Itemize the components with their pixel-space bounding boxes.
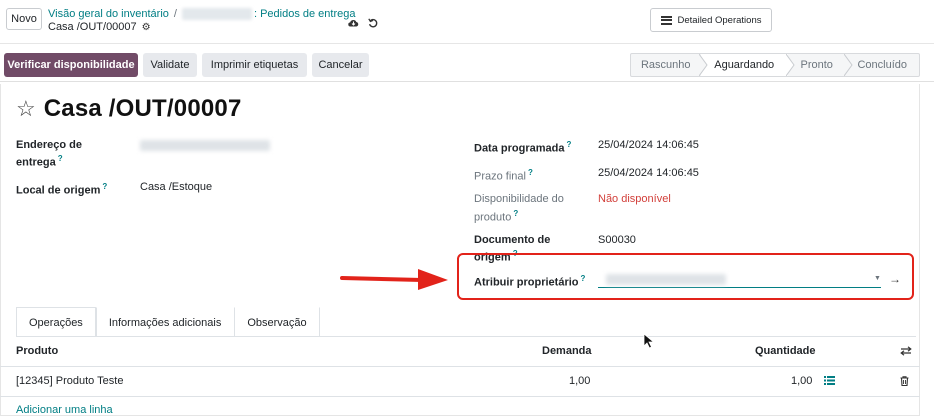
help-icon[interactable]: ? (528, 168, 533, 177)
availability-value: Não disponível (598, 193, 671, 205)
breadcrumb-delivery-orders[interactable]: : Pedidos de entrega (254, 8, 356, 20)
help-icon[interactable]: ? (102, 182, 107, 191)
breadcrumb-current: Casa /OUT/00007 ⚙ (48, 20, 151, 34)
annotation-highlight-box (457, 253, 914, 300)
check-availability-button[interactable]: Verificar disponibilidade (4, 53, 138, 77)
breadcrumb-redacted (181, 8, 252, 20)
detailed-list-icon[interactable] (824, 376, 835, 388)
scheduled-date-label-text: Data programada (474, 142, 565, 155)
availability-label: Disponibilidade do (474, 192, 564, 206)
record-title-row: ☆ Casa /OUT/00007 (16, 96, 242, 122)
breadcrumb-record-name: Casa /OUT/00007 (48, 21, 137, 33)
breadcrumb-separator: / (173, 8, 177, 20)
deadline-label: Prazo final? (474, 166, 533, 184)
column-header-quantity[interactable]: Quantidade (755, 345, 816, 357)
stage-waiting[interactable]: Aguardando (698, 54, 795, 76)
stage-done-label: Concluído (857, 59, 908, 71)
tab-operations[interactable]: Operações (16, 307, 96, 337)
cancel-button[interactable]: Cancelar (312, 53, 369, 77)
gear-icon[interactable]: ⚙ (142, 22, 151, 33)
discard-changes-icon[interactable] (368, 18, 378, 31)
source-location-label-text: Local de origem (16, 184, 101, 197)
column-header-product[interactable]: Produto (16, 345, 58, 357)
table-header-divider (0, 366, 920, 367)
availability-label-line1: Disponibilidade do (474, 193, 564, 205)
detailed-operations-button[interactable]: Detailed Operations (650, 8, 772, 32)
help-icon[interactable]: ? (58, 154, 63, 163)
cloud-save-icon[interactable] (348, 18, 359, 31)
column-header-demand[interactable]: Demanda (542, 345, 592, 357)
help-icon[interactable]: ? (513, 209, 518, 218)
delivery-address-label: Endereço de (16, 138, 82, 152)
breadcrumb: Visão geral do inventário / : Pedidos de… (48, 7, 355, 21)
deadline-value: 25/04/2024 14:06:45 (598, 167, 699, 179)
star-icon[interactable]: ☆ (16, 96, 36, 122)
delivery-address-redacted[interactable] (140, 140, 270, 151)
origin-document-label: Documento de (474, 233, 550, 247)
availability-label-2: produto? (474, 207, 518, 225)
stage-draft[interactable]: Rascunho (631, 54, 701, 76)
page-title: Casa /OUT/00007 (43, 95, 242, 122)
scheduled-date-value[interactable]: 25/04/2024 14:06:45 (598, 138, 699, 152)
new-button[interactable]: Novo (6, 8, 42, 30)
status-bar: Verificar disponibilidade Validate Impri… (0, 48, 934, 82)
annotation-arrow-icon (340, 269, 448, 290)
stage-waiting-label: Aguardando (714, 59, 775, 71)
cell-demand[interactable]: 1,00 (569, 375, 590, 387)
source-location-value[interactable]: Casa /Estoque (140, 180, 212, 194)
cell-quantity[interactable]: 1,00 (791, 375, 812, 387)
delivery-address-label-line2: entrega (16, 156, 56, 169)
delivery-address-label-line1: Endereço de (16, 139, 83, 151)
breadcrumb-inventory-overview[interactable]: Visão geral do inventário (48, 8, 169, 20)
table-row-divider (0, 396, 920, 397)
optional-columns-icon[interactable] (900, 346, 912, 359)
origin-document-label-line1: Documento de (474, 234, 551, 246)
tab-note[interactable]: Observação (234, 307, 320, 337)
origin-document-value[interactable]: S00030 (598, 233, 636, 247)
tabs-divider (16, 336, 916, 337)
source-location-label: Local de origem? (16, 180, 107, 198)
validate-button[interactable]: Validate (143, 53, 197, 77)
detailed-operations-label: Detailed Operations (677, 14, 762, 26)
stage-pipeline: Rascunho Aguardando Pronto Concluído (630, 53, 920, 77)
cell-product[interactable]: [12345] Produto Teste (16, 375, 123, 387)
deadline-label-text: Prazo final (474, 170, 526, 183)
record-actions (348, 18, 378, 31)
scheduled-date-label: Data programada? (474, 138, 571, 156)
print-labels-button[interactable]: Imprimir etiquetas (202, 53, 307, 77)
add-line-link[interactable]: Adicionar uma linha (16, 404, 113, 416)
help-icon[interactable]: ? (566, 140, 571, 149)
tab-additional-info[interactable]: Informações adicionais (95, 307, 235, 337)
delivery-address-label-2: entrega? (16, 152, 63, 170)
control-panel: Novo Visão geral do inventário / : Pedid… (0, 0, 934, 44)
stage-ready[interactable]: Pronto (788, 54, 846, 76)
list-icon (660, 15, 672, 25)
stage-done[interactable]: Concluído (843, 54, 919, 76)
notebook-tabs: Operações Informações adicionais Observa… (16, 307, 320, 337)
availability-label-line2: produto (474, 211, 512, 224)
trash-icon[interactable] (900, 376, 909, 389)
mouse-cursor-icon (643, 333, 655, 349)
